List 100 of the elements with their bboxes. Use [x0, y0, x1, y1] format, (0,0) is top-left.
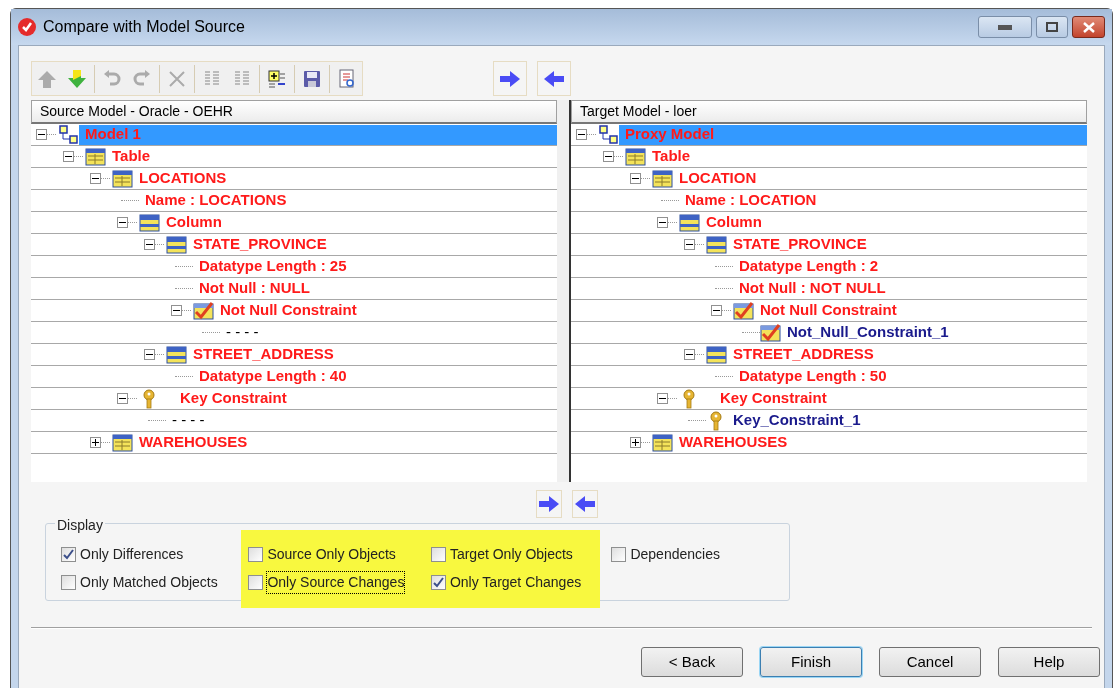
table-icon [652, 168, 673, 189]
tree-node-label[interactable]: LOCATIONS [133, 168, 231, 189]
tree-node-label[interactable]: Table [106, 146, 155, 167]
tree-node-label[interactable]: WAREHOUSES [133, 432, 252, 453]
copy-right-button[interactable] [493, 61, 527, 96]
tree-node-label[interactable]: Not Null : NULL [193, 278, 314, 299]
window-title: Compare with Model Source [43, 17, 245, 37]
collapse-toggle[interactable] [603, 151, 614, 162]
dialog-button[interactable]: Cancel [879, 647, 981, 677]
checkbox[interactable] [611, 546, 627, 562]
table-icon [625, 146, 646, 167]
checkbox[interactable] [61, 574, 76, 590]
expand-toggle[interactable] [90, 437, 101, 448]
minus-icon [92, 175, 99, 182]
tree-node-label[interactable]: - - - - [166, 410, 209, 431]
expand-toggle[interactable] [630, 437, 641, 448]
minus-icon [38, 131, 45, 138]
table-icon [112, 432, 133, 453]
collapse-toggle[interactable] [90, 173, 101, 184]
maximize-button[interactable] [1036, 16, 1068, 38]
tree-node-label[interactable]: Datatype Length : 25 [193, 256, 351, 277]
down-arrow-icon [67, 68, 87, 89]
minus-icon [605, 153, 612, 160]
tree-node-label[interactable]: STATE_PROVINCE [727, 234, 871, 255]
collapse-toggle[interactable] [576, 129, 587, 140]
minus-icon [578, 131, 585, 138]
collapse-toggle[interactable] [630, 173, 641, 184]
collapse-toggle[interactable] [117, 393, 128, 404]
tree-node-label[interactable]: Column [700, 212, 766, 233]
minus-icon [146, 241, 153, 248]
column-icon [679, 212, 700, 233]
app-logo-icon [17, 17, 37, 37]
redo-icon [132, 68, 152, 89]
collapse-toggle[interactable] [171, 305, 182, 316]
plus-icon [632, 439, 639, 446]
tree-node-label[interactable]: Datatype Length : 2 [733, 256, 883, 277]
tree-node-label[interactable]: Key Constraint [714, 388, 831, 409]
right-arrow-icon [538, 496, 559, 512]
checkbox[interactable] [61, 546, 76, 562]
column-icon [706, 344, 727, 365]
constraint-icon [733, 300, 754, 321]
collapse-toggle[interactable] [63, 151, 74, 162]
minus-icon [65, 153, 72, 160]
save-icon [302, 68, 322, 89]
dialog-button[interactable]: Help [998, 647, 1100, 677]
constraint-icon [193, 300, 214, 321]
tree-node-label[interactable]: Datatype Length : 40 [193, 366, 351, 387]
checkbox-label: Only Source Changes [267, 571, 405, 593]
collapse-toggle[interactable] [711, 305, 722, 316]
up-arrow-icon [37, 68, 57, 89]
tree-node-label[interactable]: Not Null Constraint [754, 300, 901, 321]
tree-node-label[interactable]: Datatype Length : 50 [733, 366, 891, 387]
minus-icon [632, 175, 639, 182]
tree-node-label[interactable]: Name : LOCATIONS [139, 190, 291, 211]
collapse-toggle[interactable] [657, 393, 668, 404]
checkbox-label: Source Only Objects [267, 544, 396, 564]
tree-node-label[interactable]: Not Null Constraint [214, 300, 361, 321]
tree-node-label[interactable]: Key_Constraint_1 [727, 410, 865, 431]
minus-icon [659, 219, 666, 226]
copy-left-button[interactable] [537, 61, 571, 96]
table-icon [112, 168, 133, 189]
tree-node-label[interactable]: Not Null : NOT NULL [733, 278, 890, 299]
collapse-toggle[interactable] [144, 239, 155, 250]
tree-node-label[interactable]: Key Constraint [174, 388, 291, 409]
plus-icon [92, 439, 99, 446]
minus-icon [119, 395, 126, 402]
copy-left-button[interactable] [571, 490, 598, 518]
minimize-button[interactable] [978, 16, 1032, 38]
tree-node-label[interactable]: - - - - [220, 322, 263, 343]
left-arrow-icon [574, 496, 595, 512]
tree-node-label[interactable]: Not_Null_Constraint_1 [781, 322, 953, 343]
checkbox-label: Only Target Changes [449, 572, 582, 592]
collapse-toggle[interactable] [684, 349, 695, 360]
collapse-toggle[interactable] [684, 239, 695, 250]
collapse-toggle[interactable] [36, 129, 47, 140]
table-icon [652, 432, 673, 453]
close-button[interactable] [1072, 16, 1105, 38]
minus-icon [686, 241, 693, 248]
tree-node-label[interactable]: WAREHOUSES [673, 432, 792, 453]
copy-right-button[interactable] [535, 490, 562, 518]
table-icon [85, 146, 106, 167]
tree-node-label[interactable]: Column [160, 212, 226, 233]
collapse-toggle[interactable] [657, 217, 668, 228]
tree-node-label[interactable]: STREET_ADDRESS [187, 344, 338, 365]
minus-icon [119, 219, 126, 226]
minus-icon [659, 395, 666, 402]
constraint-icon [760, 322, 781, 343]
tree-node-label[interactable]: LOCATION [673, 168, 761, 189]
tree-node-label[interactable]: STATE_PROVINCE [187, 234, 331, 255]
tree-node-label[interactable]: Name : LOCATION [679, 190, 821, 211]
collapse-toggle[interactable] [144, 349, 155, 360]
tree-node-label[interactable]: STREET_ADDRESS [727, 344, 878, 365]
checkbox-label: Dependencies [630, 544, 720, 564]
tree-node-label[interactable]: Table [646, 146, 695, 167]
report-icon [337, 68, 357, 89]
dialog-button[interactable]: < Back [641, 647, 743, 677]
collapse-toggle[interactable] [117, 217, 128, 228]
checkbox-label: Target Only Objects [449, 544, 573, 564]
dialog-button[interactable]: Finish [760, 647, 862, 677]
column-icon [706, 234, 727, 255]
